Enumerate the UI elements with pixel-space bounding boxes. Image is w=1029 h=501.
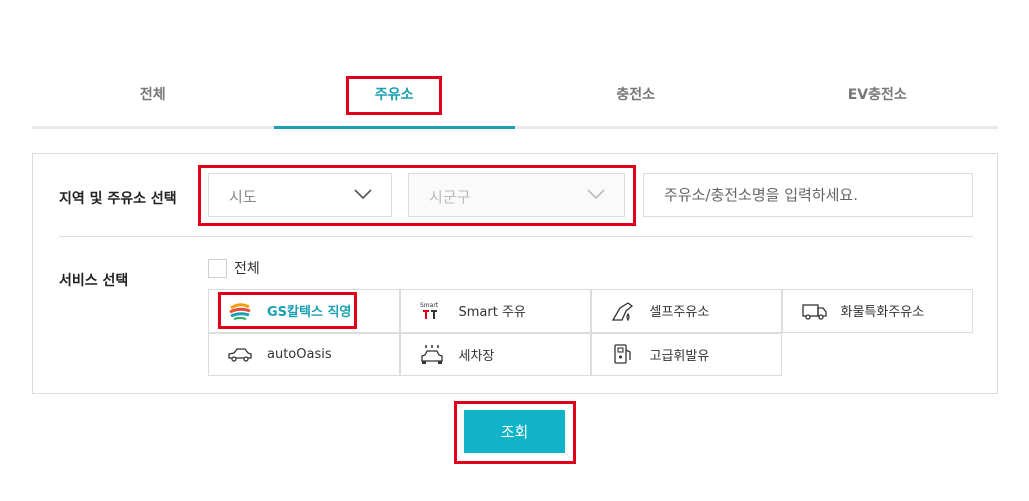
service-option-smart-fuel[interactable]: Smart Smart 주유 — [399, 289, 591, 333]
section-divider — [59, 236, 973, 237]
service-option-label: 세차장 — [458, 348, 495, 364]
service-option-self-service[interactable]: 셀프주유소 — [590, 289, 782, 333]
chevron-down-icon — [586, 186, 606, 200]
service-option-car-wash[interactable]: 세차장 — [399, 332, 591, 376]
active-tab-indicator — [273, 126, 515, 129]
self-fuel-nozzle-icon — [610, 300, 636, 322]
service-option-label: 셀프주유소 — [649, 305, 710, 321]
tab-ev-charging-station[interactable]: EV충전소 — [757, 72, 999, 126]
smart-fuel-icon: Smart — [419, 300, 445, 322]
service-option-label: GS칼텍스 직영 — [267, 305, 352, 321]
chevron-down-icon — [353, 186, 373, 200]
tab-gas-station[interactable]: 주유소 — [274, 72, 516, 126]
sigungu-select[interactable]: 시군구 — [408, 173, 625, 217]
service-option-premium-gasoline[interactable]: 고급휘발유 — [590, 332, 782, 376]
service-select-label: 서비스 선택 — [59, 273, 129, 289]
station-name-search-input[interactable] — [643, 173, 973, 217]
car-icon — [227, 343, 253, 365]
service-all-label: 전체 — [234, 261, 260, 277]
tab-all[interactable]: 전체 — [32, 72, 274, 126]
service-option-label: 고급휘발유 — [649, 348, 710, 364]
tabs-baseline — [32, 126, 998, 129]
sigungu-select-value: 시군구 — [429, 188, 471, 206]
service-all-checkbox[interactable]: 전체 — [208, 258, 260, 278]
service-option-gs-caltex-direct[interactable]: GS칼텍스 직영 — [208, 289, 400, 333]
car-wash-icon — [419, 343, 445, 365]
service-option-auto-oasis[interactable]: autoOasis — [208, 332, 400, 376]
tab-charging-station[interactable]: 충전소 — [515, 72, 757, 126]
search-button[interactable]: 조회 — [464, 410, 565, 453]
sido-select[interactable]: 시도 — [208, 173, 392, 217]
gs-caltex-logo-icon — [227, 300, 253, 322]
checkbox-box[interactable] — [208, 258, 227, 278]
region-select-label: 지역 및 주유소 선택 — [59, 191, 177, 207]
service-option-label: autoOasis — [267, 346, 332, 362]
truck-icon — [801, 300, 827, 322]
service-option-label: Smart 주유 — [458, 305, 526, 321]
sido-select-value: 시도 — [229, 188, 257, 206]
service-option-label: 화물특화주유소 — [840, 305, 925, 321]
service-option-truck-station[interactable]: 화물특화주유소 — [781, 289, 973, 333]
premium-gasoline-pump-icon — [610, 343, 636, 365]
search-panel: 지역 및 주유소 선택 시도 시군구 서비스 선택 전체 — [32, 153, 998, 394]
service-options-grid: GS칼텍스 직영 Smart Smart 주유 셀프주유소 화물특화주유소 au… — [208, 289, 973, 376]
smart-fuel-icon-text: Smart — [420, 302, 439, 309]
station-type-tabs: 전체 주유소 충전소 EV충전소 — [32, 72, 998, 129]
